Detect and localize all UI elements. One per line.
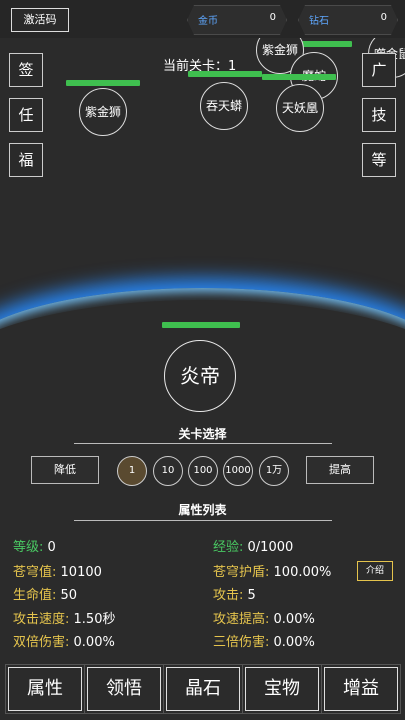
- stat-value: 0.00%: [73, 635, 115, 650]
- tab-crystal[interactable]: 晶石: [166, 667, 240, 711]
- gold-counter: 金币 0: [187, 5, 287, 35]
- stat-value: 1.50秒: [73, 612, 116, 627]
- sign-in-button[interactable]: 签: [9, 53, 43, 87]
- step-1000[interactable]: 1000: [223, 456, 253, 486]
- stat-key: 生命值:: [13, 588, 57, 603]
- stat-value: 0: [47, 540, 56, 555]
- ad-button[interactable]: 广: [362, 53, 396, 87]
- stat-key: 双倍伤害:: [13, 635, 70, 650]
- stat-value: 100.00%: [273, 565, 332, 580]
- enemy-hp-bar: [66, 80, 140, 86]
- stat-key: 经验:: [213, 540, 244, 555]
- stat-value: 50: [60, 588, 78, 603]
- enemy-hp-bar: [188, 71, 262, 77]
- hero-hp-bar: [162, 322, 240, 328]
- tab-comprehend[interactable]: 领悟: [87, 667, 161, 711]
- stat-attack: 攻击: 5: [213, 584, 256, 603]
- stat-level: 等级: 0: [13, 536, 56, 555]
- stat-key: 苍穹护盾:: [213, 565, 270, 580]
- step-10[interactable]: 10: [153, 456, 183, 486]
- battle-field: 当前关卡：1 紫金狮 魔蛇 噬金鼠 紫金狮 吞天蟒 天妖凰 签 任 福 广 技 …: [0, 38, 405, 420]
- stat-key: 攻击速度:: [13, 612, 70, 627]
- enemy-zijinshi[interactable]: 紫金狮: [79, 88, 127, 136]
- diamond-counter: 钻石 0: [298, 5, 398, 35]
- raise-level-button[interactable]: 提高: [306, 456, 374, 484]
- welfare-button[interactable]: 福: [9, 143, 43, 177]
- enemy-tuntianmang[interactable]: 吞天蟒: [200, 82, 248, 130]
- tab-treasure[interactable]: 宝物: [245, 667, 319, 711]
- stat-value: 0.00%: [273, 635, 315, 650]
- activation-code-button[interactable]: 激活码: [11, 8, 69, 32]
- intro-button[interactable]: 介绍: [357, 561, 393, 581]
- task-button[interactable]: 任: [9, 98, 43, 132]
- tab-buff[interactable]: 增益: [324, 667, 398, 711]
- stat-attack-speed-bonus: 攻速提高: 0.00%: [213, 608, 315, 627]
- step-10000[interactable]: 1万: [259, 456, 289, 486]
- rank-button[interactable]: 等: [362, 143, 396, 177]
- skill-button[interactable]: 技: [362, 98, 396, 132]
- lower-level-button[interactable]: 降低: [31, 456, 99, 484]
- enemy-tianyaohuang[interactable]: 天妖凰: [276, 84, 324, 132]
- stat-attack-speed: 攻击速度: 1.50秒: [13, 608, 115, 627]
- gold-value: 0: [269, 12, 276, 23]
- divider: [74, 520, 332, 521]
- stat-shield: 苍穹护盾: 100.00%: [213, 561, 331, 580]
- stat-double-damage: 双倍伤害: 0.00%: [13, 631, 115, 650]
- diamond-label: 钻石: [309, 16, 329, 27]
- stat-cangqiong: 苍穹值: 10100: [13, 561, 102, 580]
- stat-triple-damage: 三倍伤害: 0.00%: [213, 631, 315, 650]
- stat-key: 苍穹值:: [13, 565, 57, 580]
- stat-value: 5: [247, 588, 256, 603]
- stat-value: 0.00%: [273, 612, 315, 627]
- stat-hp: 生命值: 50: [13, 584, 77, 603]
- level-select-title: 关卡选择: [178, 427, 227, 441]
- tab-attributes[interactable]: 属性: [8, 667, 82, 711]
- gold-label: 金币: [198, 16, 218, 27]
- stat-key: 三倍伤害:: [213, 635, 270, 650]
- stat-key: 等级:: [13, 540, 44, 555]
- stat-key: 攻击:: [213, 588, 244, 603]
- stat-value: 10100: [60, 565, 102, 580]
- stat-value: 0/1000: [247, 540, 294, 555]
- step-100[interactable]: 100: [188, 456, 218, 486]
- diamond-value: 0: [380, 12, 387, 23]
- divider: [74, 443, 332, 444]
- stat-key: 攻速提高:: [213, 612, 270, 627]
- attribute-list-title: 属性列表: [178, 503, 227, 517]
- stat-exp: 经验: 0/1000: [213, 536, 293, 555]
- step-1[interactable]: 1: [117, 456, 147, 486]
- hero-yandi[interactable]: 炎帝: [164, 340, 236, 412]
- enemy-hp-bar: [262, 74, 336, 80]
